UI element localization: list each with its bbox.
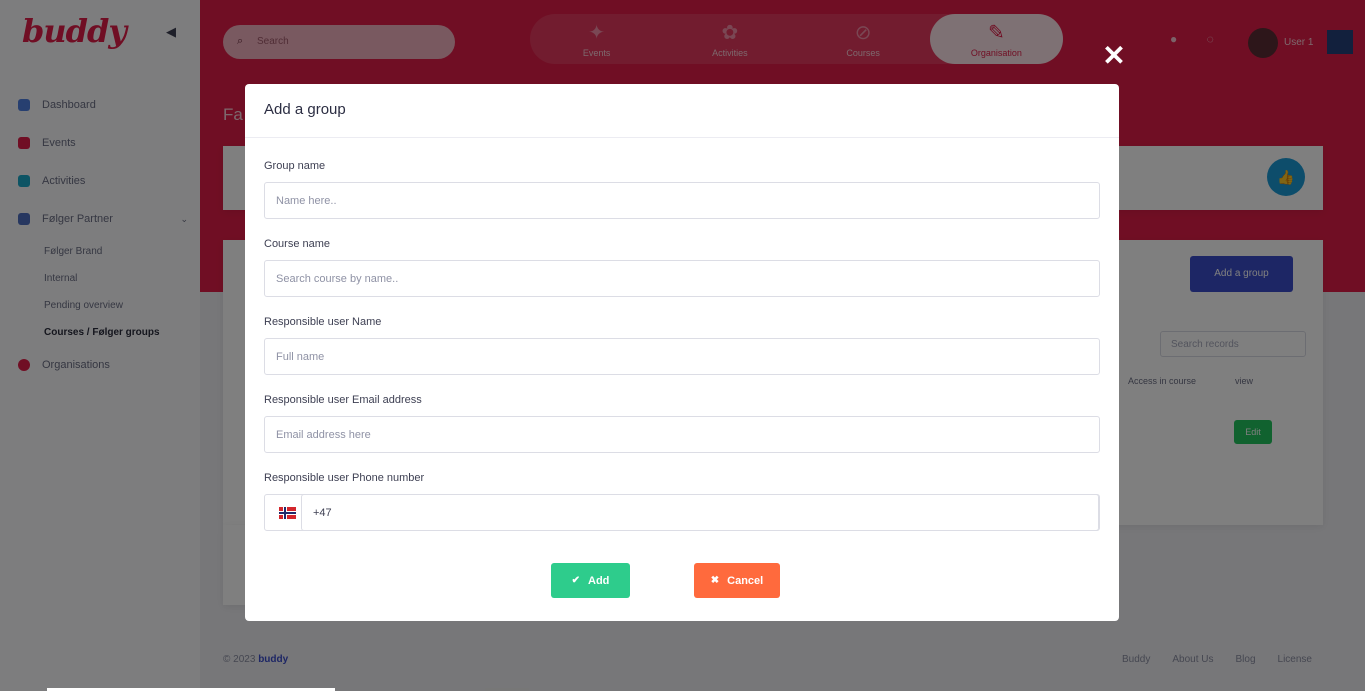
checkmark-icon: ✔ <box>571 575 580 586</box>
add-group-modal: Add a group Group name Course name Respo… <box>245 84 1119 621</box>
modal-actions: ✔ Add ✖ Cancel <box>245 563 1119 599</box>
modal-title: Add a group <box>264 101 346 118</box>
course-search-input[interactable] <box>264 260 1100 297</box>
email-input[interactable] <box>264 416 1100 453</box>
x-icon: ✖ <box>710 575 720 586</box>
phone-input[interactable] <box>301 494 1099 531</box>
close-icon[interactable]: ✕ <box>1100 40 1128 72</box>
user-email-field: Responsible user Email address <box>264 394 1100 453</box>
add-button-label: Add <box>588 574 610 587</box>
group-name-input[interactable] <box>264 182 1100 219</box>
user-name-label: Responsible user Name <box>264 316 382 328</box>
cancel-button[interactable]: ✖ Cancel <box>694 563 780 598</box>
modal-header: Add a group <box>245 84 1119 138</box>
add-button[interactable]: ✔ Add <box>551 563 630 598</box>
user-phone-field: Responsible user Phone number <box>264 472 1100 531</box>
phone-input-wrapper <box>264 494 1100 531</box>
full-name-input[interactable] <box>264 338 1100 375</box>
group-name-label: Group name <box>264 160 326 172</box>
course-name-label: Course name <box>264 238 331 250</box>
user-email-label: Responsible user Email address <box>264 394 422 406</box>
modal-body: Group name Course name Responsible user … <box>245 138 1119 531</box>
course-name-field: Course name <box>264 238 1100 297</box>
norway-flag-icon[interactable] <box>279 506 296 519</box>
group-name-field: Group name <box>264 160 1100 219</box>
user-phone-label: Responsible user Phone number <box>264 472 425 484</box>
cancel-button-label: Cancel <box>727 574 764 587</box>
user-name-field: Responsible user Name <box>264 316 1100 375</box>
